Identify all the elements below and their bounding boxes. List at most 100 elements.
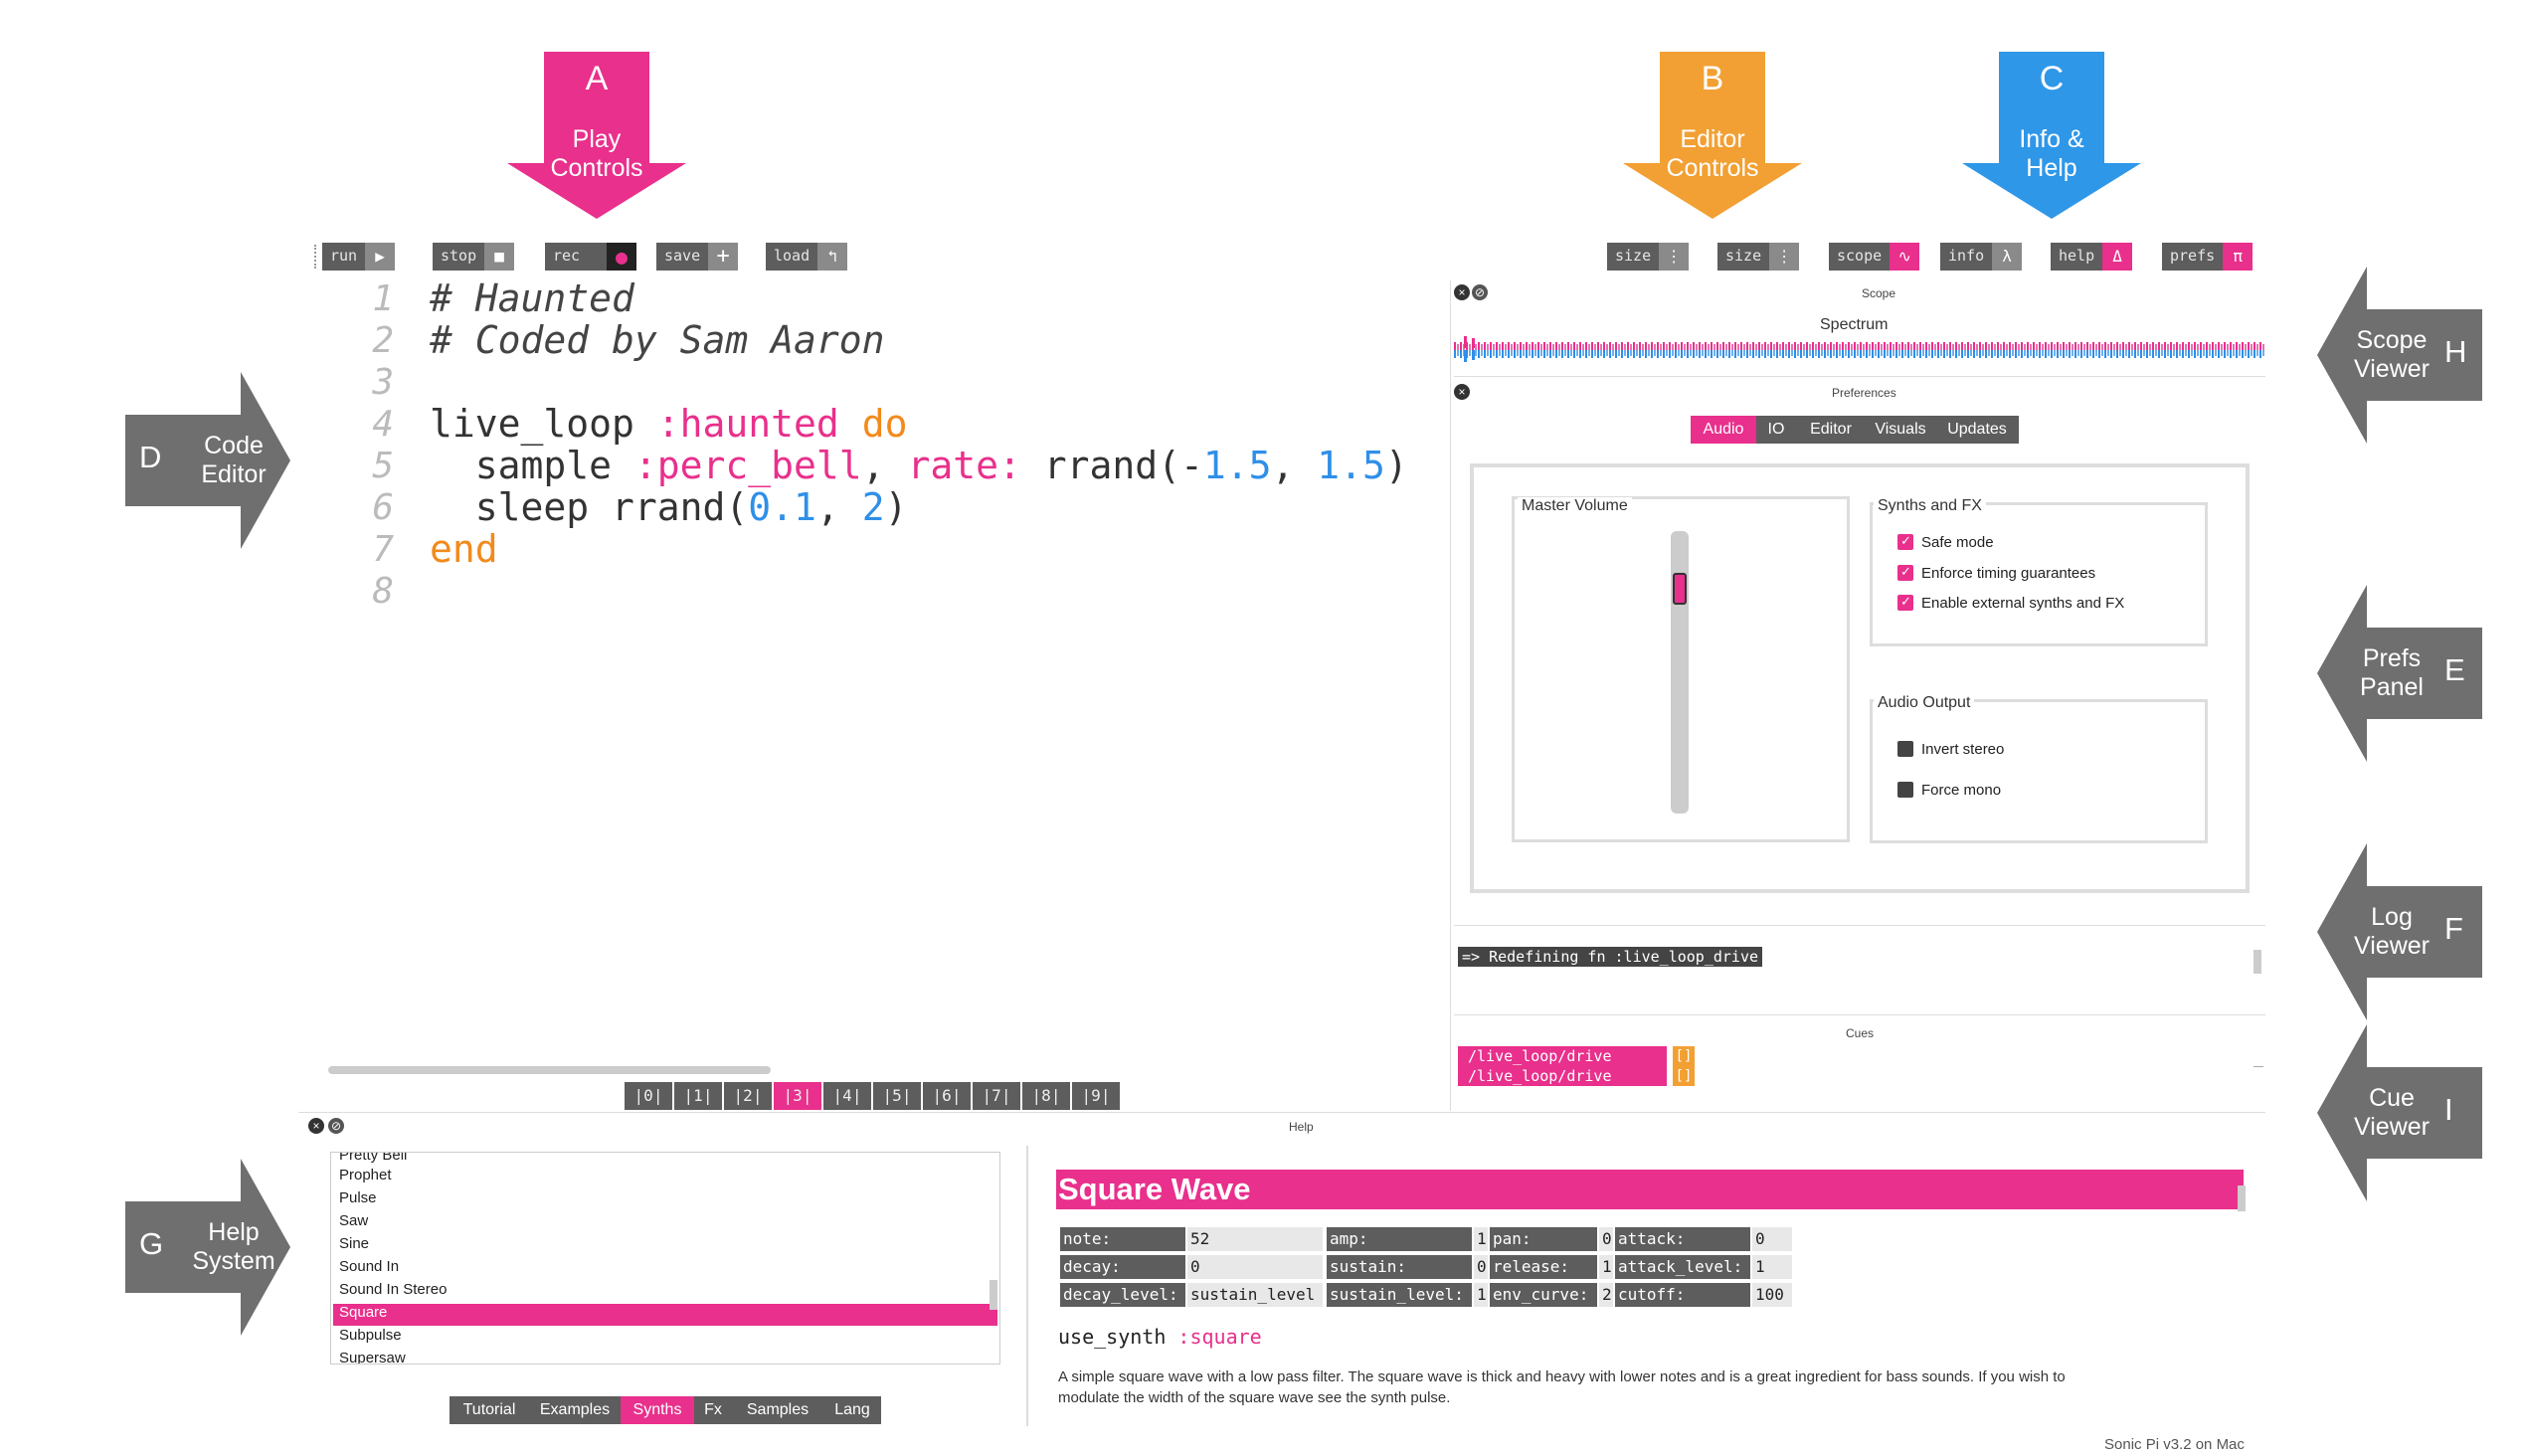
invert-stereo-checkbox[interactable] bbox=[1897, 741, 1913, 757]
audio-output-label: Audio Output bbox=[1874, 694, 1975, 712]
tab-examples[interactable]: Examples bbox=[529, 1396, 621, 1424]
info-button[interactable]: info λ bbox=[1940, 243, 2023, 271]
tab-lang[interactable]: Lang bbox=[823, 1396, 881, 1424]
audio-output-box bbox=[1870, 699, 2208, 843]
annotation-play-controls: A Play Controls bbox=[507, 52, 686, 219]
param-key: attack_level: bbox=[1615, 1255, 1750, 1279]
buffer-tab-8[interactable]: |8| bbox=[1022, 1082, 1070, 1110]
size-up-button[interactable]: size ⋮ bbox=[1717, 243, 1800, 271]
code-symbol: :haunted bbox=[656, 402, 839, 446]
help-pane-divider[interactable] bbox=[1026, 1146, 1028, 1426]
run-button[interactable]: run ▶ bbox=[322, 243, 396, 271]
code-symbol: :perc_bell bbox=[633, 444, 862, 487]
safe-mode-checkbox[interactable] bbox=[1897, 533, 1913, 550]
annotation-letter: G bbox=[139, 1226, 164, 1261]
save-button[interactable]: save + bbox=[656, 243, 739, 271]
help-doc-scrollbar[interactable] bbox=[2238, 1185, 2246, 1211]
tab-tutorial[interactable]: Tutorial bbox=[450, 1396, 529, 1424]
close-icon[interactable]: × bbox=[308, 1118, 324, 1134]
code-token: , bbox=[1271, 444, 1318, 487]
tab-visuals[interactable]: Visuals bbox=[1866, 416, 1935, 444]
tab-updates[interactable]: Updates bbox=[1935, 416, 2019, 444]
undock-icon[interactable]: ⊘ bbox=[1472, 284, 1488, 300]
buffer-tab-6[interactable]: |6| bbox=[923, 1082, 971, 1110]
help-list[interactable]: Pretty Bell Prophet Pulse Saw Sine Sound… bbox=[330, 1152, 1000, 1365]
undock-icon[interactable]: ⊘ bbox=[328, 1118, 344, 1134]
annotation-label: System bbox=[192, 1247, 275, 1275]
scope-button[interactable]: scope ∿ bbox=[1829, 243, 1920, 271]
tab-synths[interactable]: Synths bbox=[621, 1396, 694, 1424]
list-item[interactable]: Sound In bbox=[337, 1258, 998, 1280]
list-item[interactable]: Prophet bbox=[337, 1167, 998, 1188]
buffer-tab-5[interactable]: |5| bbox=[873, 1082, 921, 1110]
toolbar-grip[interactable] bbox=[314, 245, 318, 269]
tab-fx[interactable]: Fx bbox=[694, 1396, 732, 1424]
annotation-log-viewer: Log Viewer F bbox=[2317, 843, 2482, 1020]
buffer-tab-3[interactable]: |3| bbox=[774, 1082, 821, 1110]
buffer-tab-7[interactable]: |7| bbox=[973, 1082, 1020, 1110]
close-icon[interactable]: × bbox=[1454, 284, 1470, 300]
annotation-scope-viewer: Scope Viewer H bbox=[2317, 267, 2482, 444]
param-value: 0 bbox=[1599, 1227, 1613, 1251]
annotation-label: Editor bbox=[1680, 125, 1745, 153]
stop-label: stop bbox=[433, 243, 485, 271]
buffer-tab-0[interactable]: |0| bbox=[625, 1082, 672, 1110]
close-icon[interactable]: × bbox=[1454, 384, 1470, 400]
load-button[interactable]: load ↰ bbox=[766, 243, 848, 271]
spectrum-display bbox=[1454, 334, 2265, 364]
enable-external-checkbox[interactable] bbox=[1897, 594, 1913, 611]
list-item[interactable]: Sound In Stereo bbox=[337, 1281, 998, 1303]
annotation-letter: H bbox=[2444, 334, 2467, 369]
buffer-tab-9[interactable]: |9| bbox=[1072, 1082, 1120, 1110]
line-number: 7 bbox=[372, 529, 394, 570]
code-number: 1.5 bbox=[1202, 444, 1272, 487]
annotation-letter: E bbox=[2444, 652, 2465, 687]
use-synth-example: use_synth :square bbox=[1058, 1325, 1262, 1349]
editor-horizontal-scrollbar[interactable] bbox=[328, 1066, 771, 1074]
buffer-tab-1[interactable]: |1| bbox=[674, 1082, 722, 1110]
code-token: sample bbox=[430, 444, 634, 487]
list-item[interactable]: Sine bbox=[337, 1235, 998, 1257]
buffer-tab-4[interactable]: |4| bbox=[823, 1082, 871, 1110]
list-item[interactable]: Subpulse bbox=[337, 1327, 998, 1349]
code-token: , bbox=[861, 444, 908, 487]
help-description-line: modulate the width of the square wave se… bbox=[1058, 1389, 1451, 1406]
list-item-selected[interactable]: Square bbox=[333, 1304, 997, 1326]
tab-audio[interactable]: Audio bbox=[1691, 416, 1756, 444]
scope-spectrum-label: Spectrum bbox=[1820, 316, 1889, 333]
list-item[interactable]: Saw bbox=[337, 1212, 998, 1234]
divider bbox=[1454, 925, 2265, 926]
prefs-title: Preferences bbox=[1832, 386, 1896, 400]
param-value: 100 bbox=[1752, 1283, 1792, 1307]
size-down-icon: ⋮ bbox=[1659, 243, 1690, 271]
tab-io[interactable]: IO bbox=[1756, 416, 1796, 444]
prefs-button[interactable]: prefs π bbox=[2162, 243, 2254, 271]
size-up-icon: ⋮ bbox=[1769, 243, 1800, 271]
size-down-button[interactable]: size ⋮ bbox=[1607, 243, 1690, 271]
cues-title: Cues bbox=[1846, 1026, 1875, 1040]
log-scrollbar[interactable] bbox=[2254, 950, 2261, 974]
tab-editor[interactable]: Editor bbox=[1796, 416, 1866, 444]
param-value: 52 bbox=[1187, 1227, 1323, 1251]
force-mono-checkbox[interactable] bbox=[1897, 782, 1913, 798]
tab-samples[interactable]: Samples bbox=[732, 1396, 823, 1424]
divider bbox=[1454, 376, 2265, 377]
enforce-timing-checkbox[interactable] bbox=[1897, 564, 1913, 581]
list-item[interactable]: Pulse bbox=[337, 1189, 998, 1211]
help-description: A simple square wave with a low pass fil… bbox=[1058, 1366, 2252, 1408]
code-token: use_synth bbox=[1058, 1325, 1178, 1349]
rec-button[interactable]: rec ● bbox=[545, 243, 636, 271]
pane-divider[interactable] bbox=[1450, 280, 1451, 1111]
buffer-tab-2[interactable]: |2| bbox=[724, 1082, 772, 1110]
stop-button[interactable]: stop ■ bbox=[433, 243, 515, 271]
code-line-7: end bbox=[430, 527, 498, 571]
volume-slider-handle[interactable] bbox=[1673, 573, 1687, 605]
param-key: release: bbox=[1490, 1255, 1597, 1279]
stop-icon: ■ bbox=[484, 243, 515, 271]
master-volume-label: Master Volume bbox=[1518, 497, 1632, 515]
scope-title: Scope bbox=[1862, 286, 1896, 300]
list-item[interactable]: Supersaw bbox=[337, 1350, 998, 1364]
help-list-scrollbar[interactable] bbox=[990, 1280, 997, 1310]
line-number: 1 bbox=[372, 278, 394, 319]
help-button[interactable]: help Δ bbox=[2051, 243, 2133, 271]
